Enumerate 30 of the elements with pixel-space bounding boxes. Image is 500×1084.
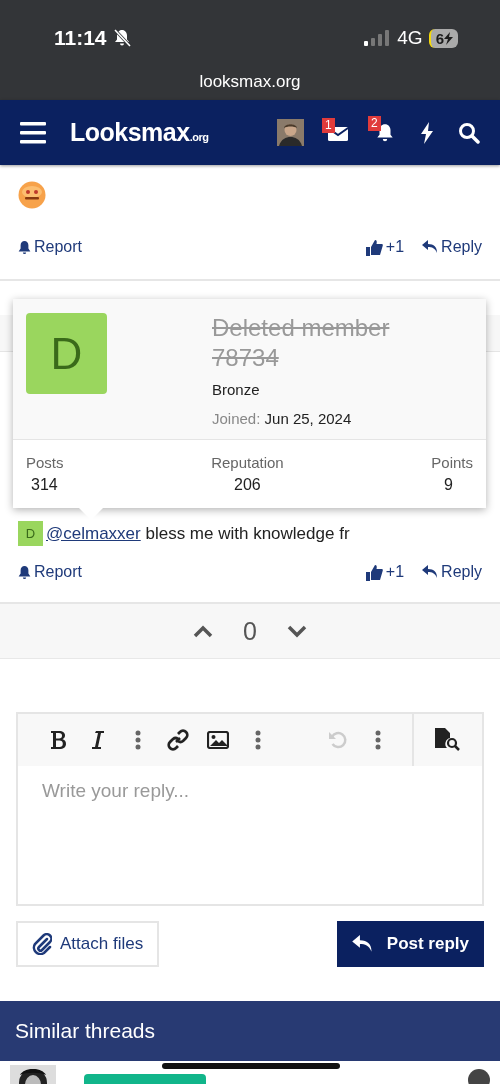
attach-files-button[interactable]: Attach files (16, 921, 160, 967)
mention-link[interactable]: @celmaxxer (46, 523, 141, 543)
network-label: 4G (397, 27, 423, 49)
member-avatar[interactable]: D (26, 313, 107, 394)
like-link[interactable]: +1 (365, 238, 405, 256)
post-reply-button[interactable]: Post reply (336, 921, 484, 967)
report-link[interactable]: Report (18, 563, 83, 581)
post-text: @celmaxxer bless me with knowledge fr (46, 523, 350, 544)
stat-value: 9 (444, 476, 454, 494)
site-logo[interactable]: Looksmax.org (70, 118, 209, 147)
stat-value: 314 (30, 476, 58, 494)
reply-input[interactable]: Write your reply... (16, 766, 484, 906)
reply-link[interactable]: Reply (422, 563, 482, 581)
notification-badge: 1 (322, 117, 335, 133)
notification-badge: 2 (368, 115, 381, 131)
like-link[interactable]: +1 (365, 563, 405, 581)
reply-link[interactable]: Reply (422, 238, 482, 256)
stat-label: Reputation (211, 454, 284, 471)
stat-value: 206 (234, 476, 261, 494)
joined-date: Joined: Jun 25, 2024 (212, 410, 353, 427)
section-title: Similar threads (15, 1019, 156, 1043)
url-label[interactable]: looksmax.org (0, 72, 500, 92)
member-title: Bronze (212, 381, 261, 398)
report-link[interactable]: Report (18, 238, 83, 256)
vote-score: 0 (243, 616, 257, 646)
stat-label: Posts (26, 454, 64, 471)
clock: 11:14 (54, 26, 107, 50)
mini-avatar[interactable]: D (18, 521, 43, 546)
stat-label: Points (431, 454, 473, 471)
battery-indicator: 6 (428, 28, 458, 48)
